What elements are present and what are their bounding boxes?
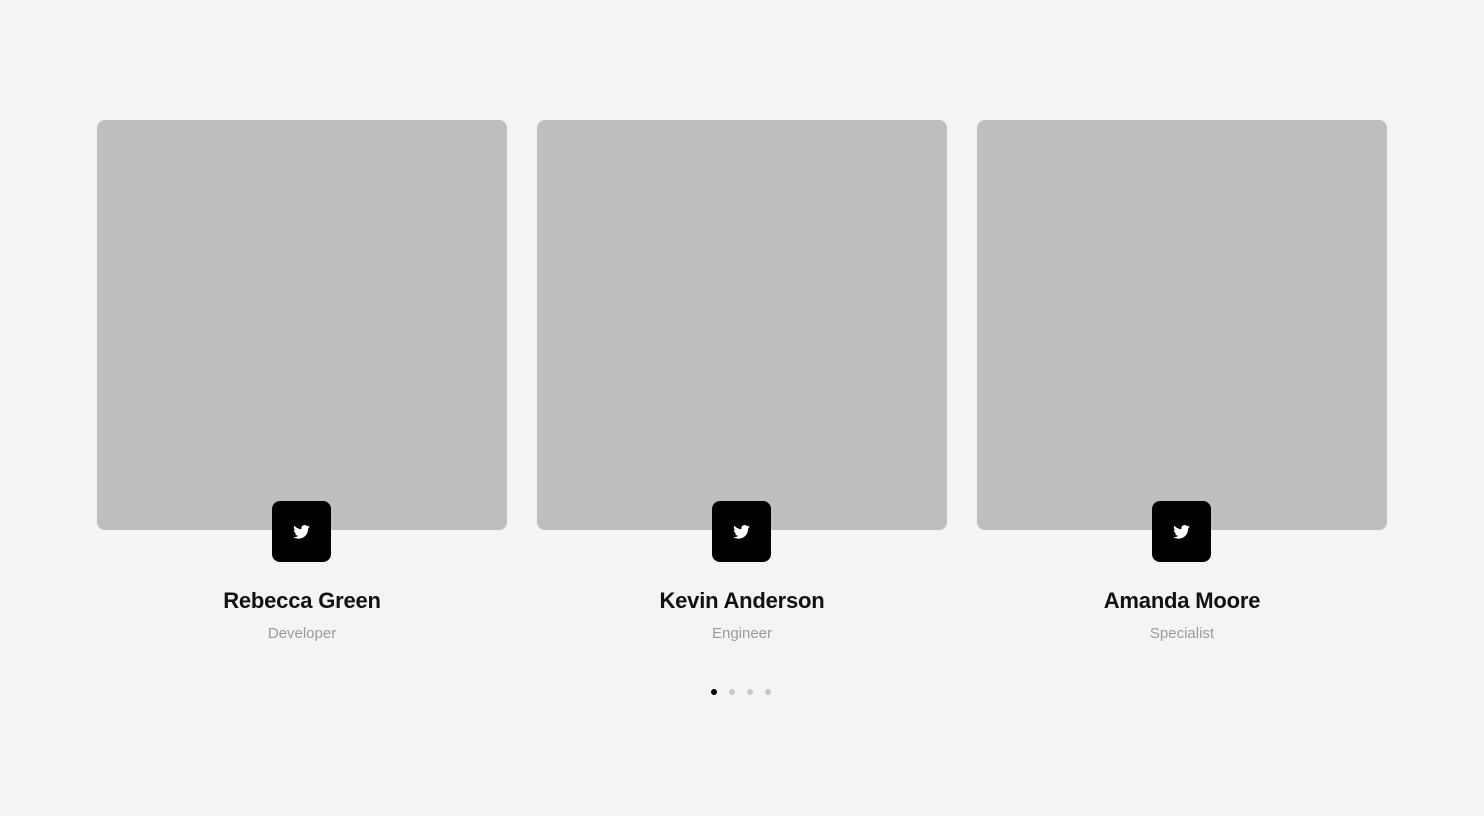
twitter-button[interactable] — [1152, 501, 1211, 562]
twitter-icon — [293, 524, 310, 539]
member-name: Amanda Moore — [1103, 588, 1261, 613]
team-section: Rebecca Green Developer Kevin Anderson E… — [0, 0, 1484, 816]
member-role: Developer — [267, 625, 337, 642]
member-photo — [537, 120, 947, 530]
pagination-dot-4[interactable] — [765, 689, 771, 695]
member-role: Specialist — [1149, 625, 1215, 642]
team-carousel: Rebecca Green Developer Kevin Anderson E… — [97, 120, 1387, 650]
member-name: Rebecca Green — [223, 588, 381, 613]
pagination-dot-3[interactable] — [747, 689, 753, 695]
twitter-button[interactable] — [272, 501, 331, 562]
member-role: Engineer — [711, 625, 773, 642]
member-photo — [97, 120, 507, 530]
pagination-dot-2[interactable] — [729, 689, 735, 695]
carousel-pagination — [711, 689, 771, 697]
twitter-icon — [733, 524, 750, 539]
team-member-card: Kevin Anderson Engineer — [537, 120, 947, 650]
pagination-dot-1[interactable] — [711, 689, 717, 695]
team-member-card: Rebecca Green Developer — [97, 120, 507, 650]
twitter-icon — [1173, 524, 1190, 539]
member-name: Kevin Anderson — [659, 588, 825, 613]
team-member-card: Amanda Moore Specialist — [977, 120, 1387, 650]
member-photo — [977, 120, 1387, 530]
twitter-button[interactable] — [712, 501, 771, 562]
